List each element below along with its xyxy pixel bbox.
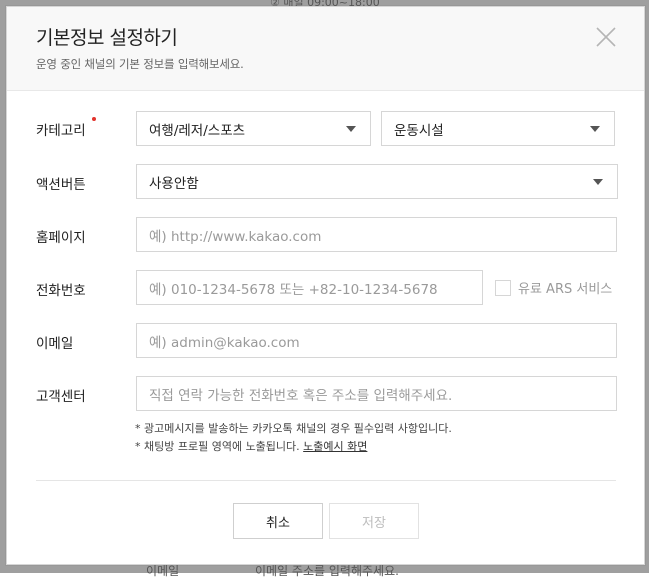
cancel-button[interactable]: 취소 <box>233 503 323 539</box>
support-center-label: 고객센터 <box>36 389 86 405</box>
phone-input[interactable]: 예) 010-1234-5678 또는 +82-10-1234-5678 <box>136 270 483 305</box>
modal-header: 기본정보 설정하기 운영 중인 채널의 기본 정보를 입력해보세요. <box>7 7 644 91</box>
exposure-example-link[interactable]: 노출예시 화면 <box>303 440 367 453</box>
basic-info-modal: 기본정보 설정하기 운영 중인 채널의 기본 정보를 입력해보세요. 카테고리 … <box>6 6 645 565</box>
required-indicator <box>92 117 96 121</box>
category-secondary-value: 운동시설 <box>394 122 444 139</box>
note-exposure: * 채팅방 프로필 영역에 노출됩니다. 노출예시 화면 <box>135 438 367 454</box>
email-placeholder: 예) admin@kakao.com <box>149 334 300 351</box>
phone-label: 전화번호 <box>36 283 86 299</box>
save-button[interactable]: 저장 <box>329 503 419 539</box>
action-button-select[interactable]: 사용안함 <box>136 164 618 199</box>
homepage-placeholder: 예) http://www.kakao.com <box>149 228 322 245</box>
ars-service-option[interactable]: 유료 ARS 서비스 <box>495 278 612 297</box>
category-label: 카테고리 <box>36 123 86 139</box>
chevron-down-icon <box>593 179 603 185</box>
modal-title: 기본정보 설정하기 <box>36 27 178 49</box>
note-ad-message: * 광고메시지를 발송하는 카카오톡 채널의 경우 필수입력 사항입니다. <box>135 422 452 435</box>
email-input[interactable]: 예) admin@kakao.com <box>136 323 617 358</box>
homepage-input[interactable]: 예) http://www.kakao.com <box>136 217 617 252</box>
chevron-down-icon <box>590 126 600 132</box>
phone-placeholder: 예) 010-1234-5678 또는 +82-10-1234-5678 <box>149 281 438 298</box>
action-button-label: 액션버튼 <box>36 177 86 193</box>
ars-service-checkbox[interactable] <box>495 279 511 296</box>
modal-subtitle: 운영 중인 채널의 기본 정보를 입력해보세요. <box>36 57 244 71</box>
category-secondary-select[interactable]: 운동시설 <box>381 111 615 146</box>
email-label: 이메일 <box>36 336 74 352</box>
homepage-label: 홈페이지 <box>36 230 86 246</box>
chevron-down-icon <box>346 126 356 132</box>
close-button[interactable] <box>594 25 618 49</box>
support-center-placeholder: 직접 연락 가능한 전화번호 혹은 주소를 입력해주세요. <box>149 387 453 404</box>
close-icon <box>596 27 616 47</box>
support-center-input[interactable]: 직접 연락 가능한 전화번호 혹은 주소를 입력해주세요. <box>136 376 617 411</box>
action-button-value: 사용안함 <box>149 175 199 192</box>
category-primary-select[interactable]: 여행/레저/스포츠 <box>136 111 371 146</box>
ars-service-label: 유료 ARS 서비스 <box>518 282 613 297</box>
footer-divider <box>36 480 616 481</box>
category-primary-value: 여행/레저/스포츠 <box>149 122 246 139</box>
note-exposure-text: * 채팅방 프로필 영역에 노출됩니다. <box>135 440 304 453</box>
